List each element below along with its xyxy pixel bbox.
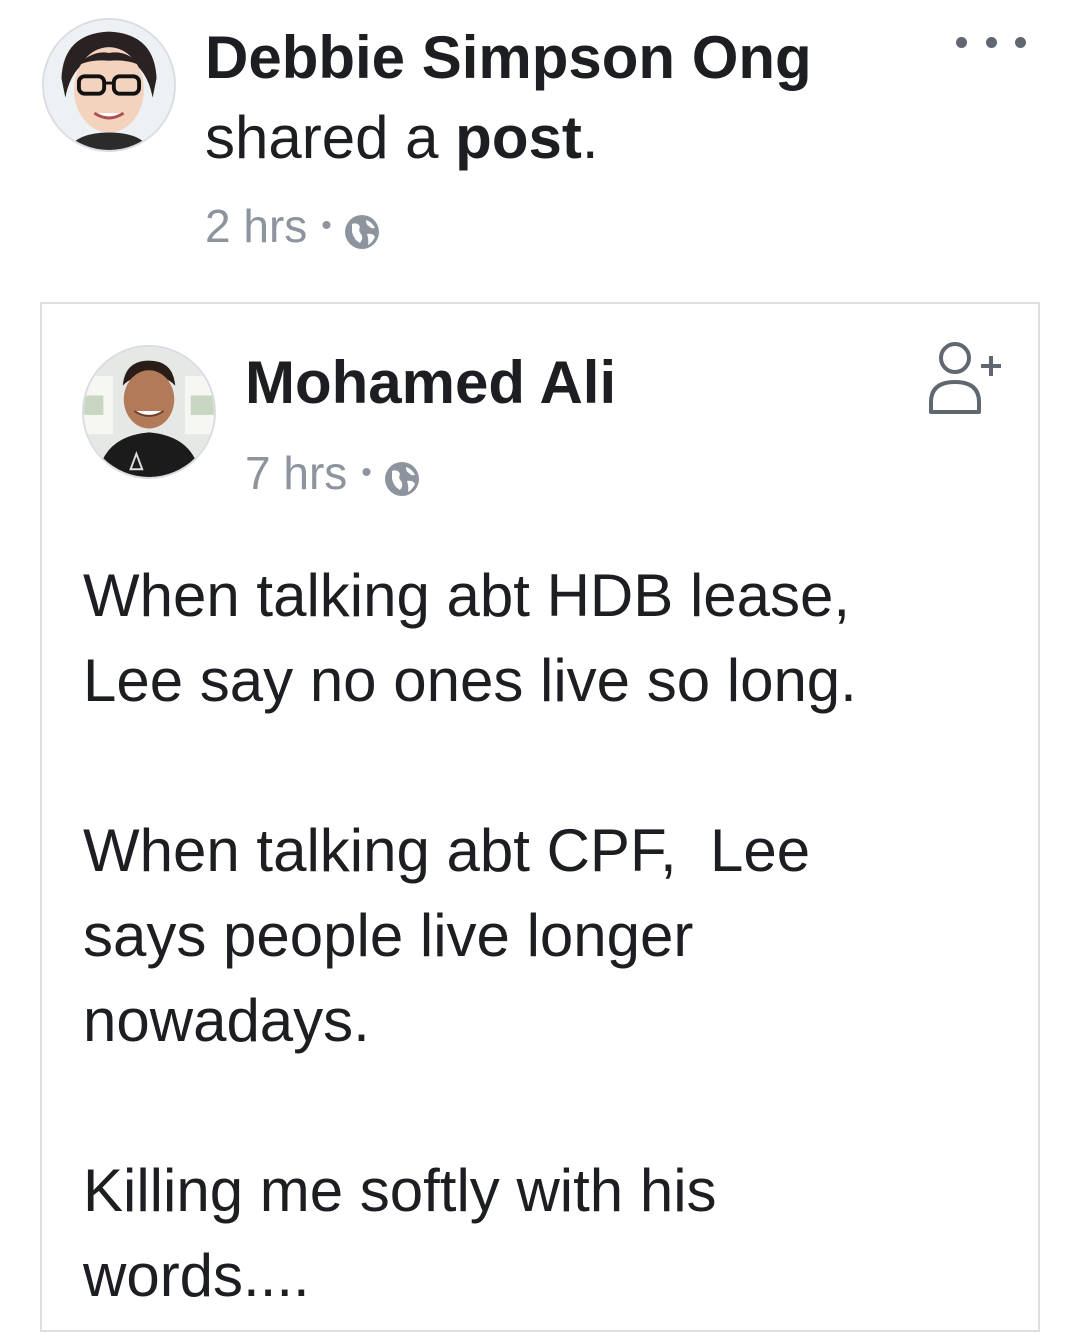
post-paragraph: Killing me softly with his words.... [83, 1157, 717, 1309]
author-profile-photo [84, 347, 214, 477]
add-friend-button[interactable] [925, 338, 1009, 418]
author-name[interactable]: Mohamed Ali [245, 346, 616, 420]
share-description: shared a post. [205, 102, 599, 174]
post-timestamp[interactable]: 7 hrs [245, 443, 347, 503]
more-options-icon-dot [1015, 36, 1026, 48]
author-avatar[interactable] [82, 345, 216, 479]
share-verb: shared a [205, 104, 439, 171]
add-friend-icon [929, 342, 1001, 414]
sharer-avatar[interactable] [42, 18, 176, 152]
meta-separator: • [321, 209, 332, 242]
share-meta: 2 hrs • [205, 196, 382, 256]
globe-icon[interactable] [342, 206, 382, 249]
globe-icon[interactable] [382, 453, 422, 496]
author-post-meta: 7 hrs • [245, 443, 422, 503]
share-period: . [581, 104, 599, 171]
meta-separator: • [361, 456, 372, 489]
sharer-name[interactable]: Debbie Simpson Ong [205, 22, 812, 94]
post-paragraph: When talking abt HDB lease, Lee say no o… [83, 562, 857, 714]
share-timestamp[interactable]: 2 hrs [205, 196, 307, 256]
more-options-icon-dot [985, 36, 997, 48]
post-body: When talking abt HDB lease, Lee say no o… [83, 553, 983, 1318]
more-options-icon [956, 36, 967, 48]
sharer-profile-photo [44, 20, 174, 150]
shared-post-link[interactable]: post [455, 104, 582, 171]
post-paragraph: When talking abt CPF, Lee says people li… [83, 817, 811, 1054]
more-options-button[interactable] [956, 22, 1026, 62]
